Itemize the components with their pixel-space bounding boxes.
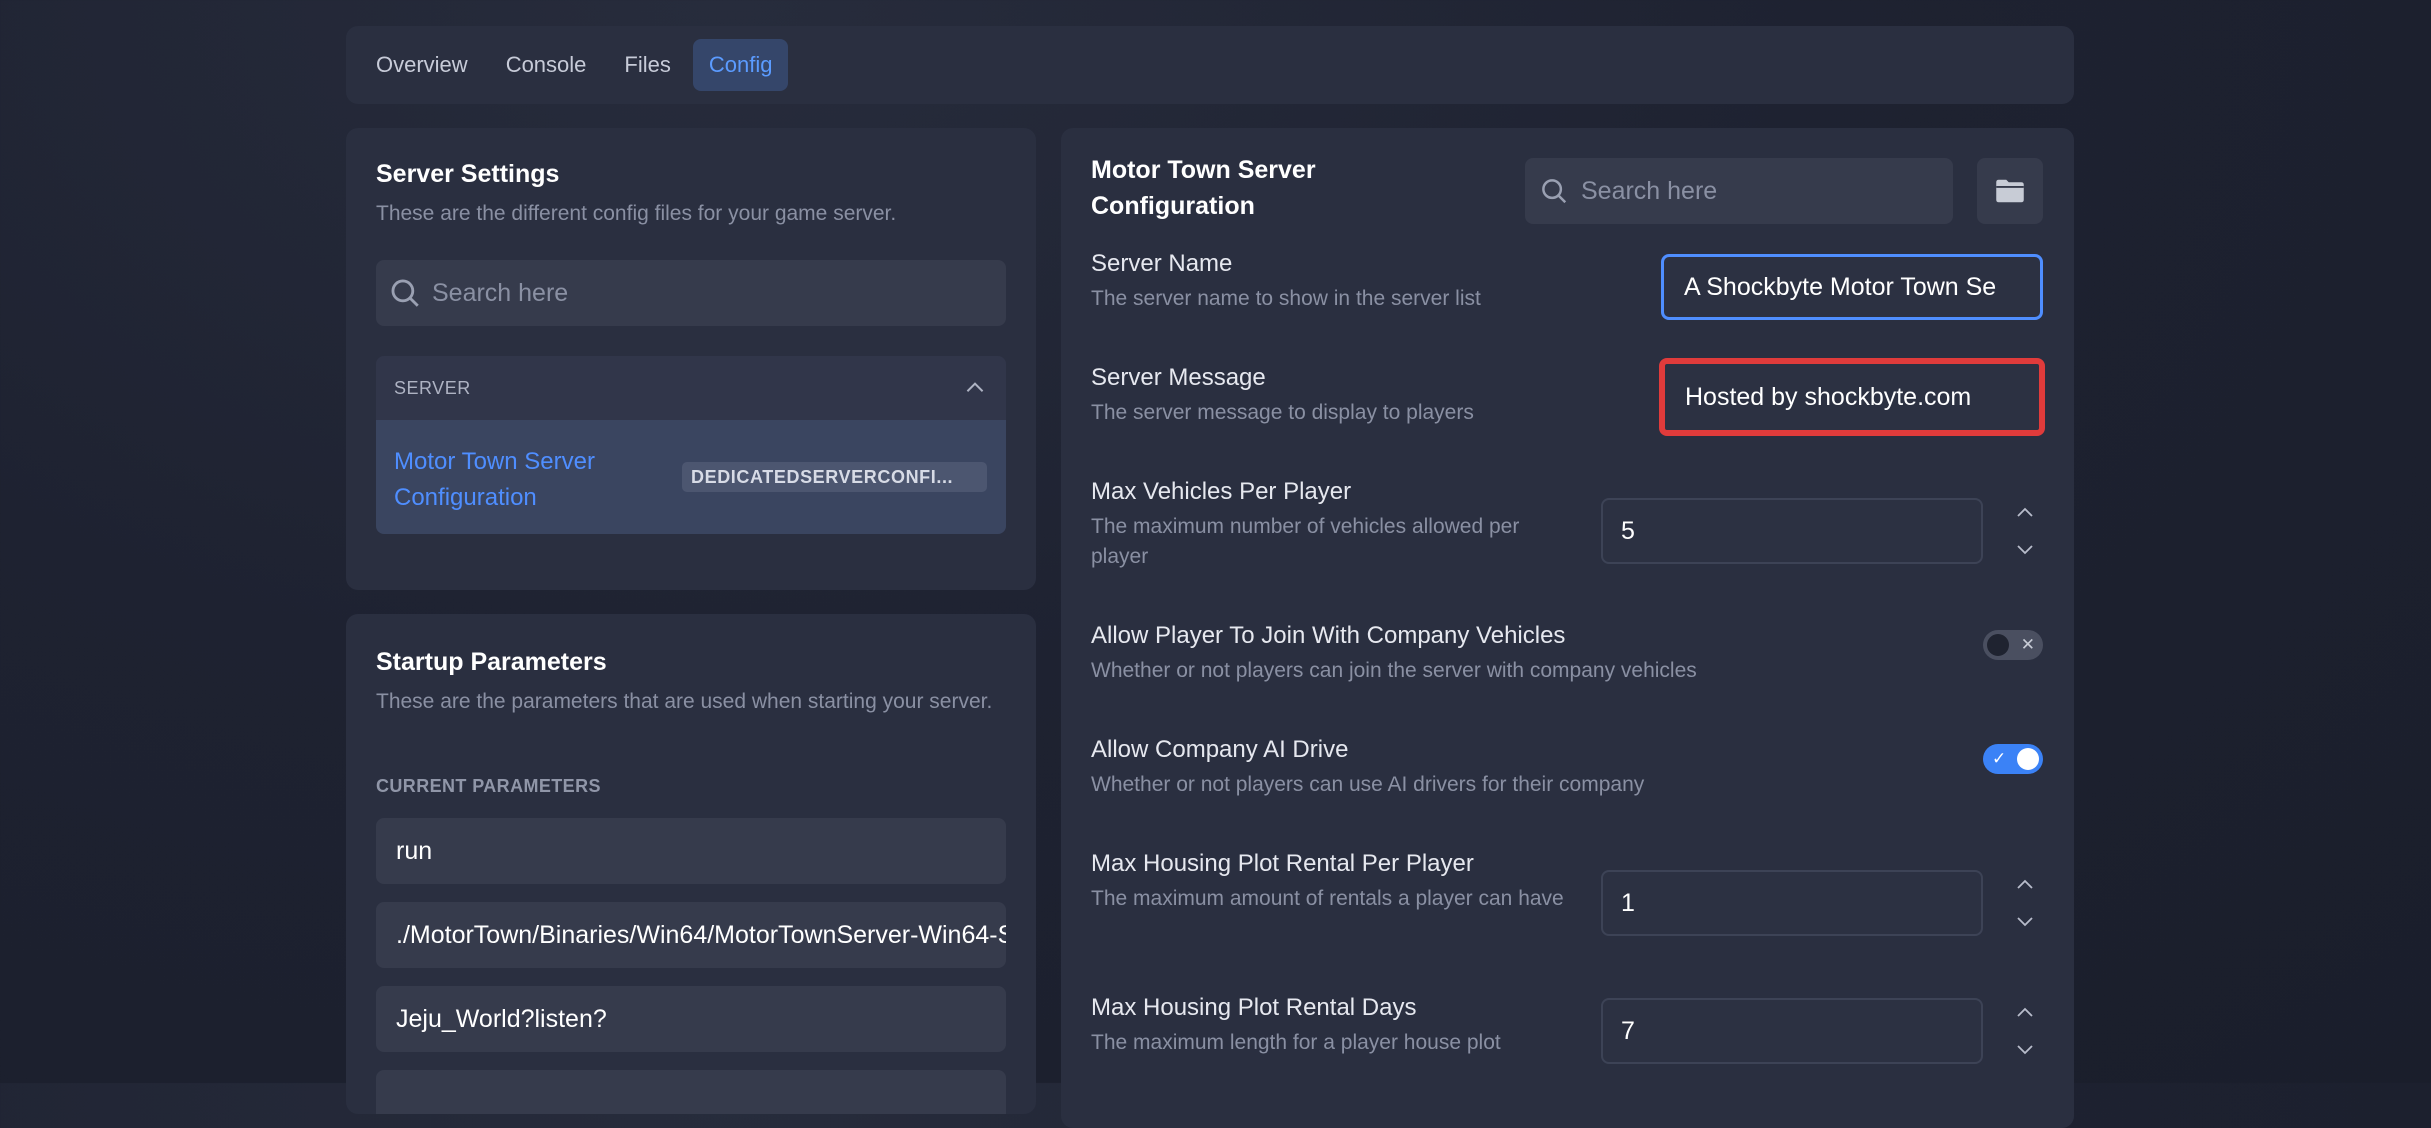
chevron-down-icon	[2017, 1045, 2033, 1055]
chevron-up-icon[interactable]	[962, 375, 988, 401]
company-vehicles-label: Allow Player To Join With Company Vehicl…	[1091, 622, 1566, 649]
search-placeholder: Search here	[432, 278, 569, 307]
decrement-button[interactable]	[2007, 1034, 2043, 1064]
chevron-down-icon	[2017, 917, 2033, 927]
company-vehicles-desc: Whether or not players can join the serv…	[1091, 659, 1697, 682]
config-editor-card: Motor Town Server Configuration Search h…	[1061, 128, 2074, 1128]
housing-rental-desc: The maximum amount of rentals a player c…	[1091, 887, 1564, 910]
housing-rental-input[interactable]: 1	[1601, 870, 1983, 936]
parameter-field[interactable]: ./MotorTown/Binaries/Win64/MotorTownServ…	[376, 902, 1006, 968]
decrement-button[interactable]	[2007, 906, 2043, 936]
company-ai-toggle[interactable]: ✓	[1983, 744, 2043, 774]
server-message-label: Server Message	[1091, 364, 1266, 391]
config-file-item[interactable]: Motor Town Server Configuration DEDICATE…	[376, 420, 1006, 534]
chevron-up-icon	[2017, 1007, 2033, 1017]
max-vehicles-input[interactable]: 5	[1601, 498, 1983, 564]
server-name-desc: The server name to show in the server li…	[1091, 287, 1481, 310]
server-settings-card: Server Settings These are the different …	[346, 128, 1036, 590]
server-settings-subtitle: These are the different config files for…	[376, 202, 897, 225]
max-vehicles-label: Max Vehicles Per Player	[1091, 478, 1352, 505]
company-vehicles-toggle[interactable]: ✕	[1983, 630, 2043, 660]
startup-title: Startup Parameters	[376, 648, 607, 676]
tab-bar: Overview Console Files Config	[346, 26, 2074, 104]
chevron-up-icon	[2017, 879, 2033, 889]
increment-button[interactable]	[2007, 870, 2043, 900]
folder-button[interactable]	[1977, 158, 2043, 224]
config-file-name[interactable]: Motor Town Server Configuration	[394, 444, 654, 516]
server-name-input[interactable]: A Shockbyte Motor Town Se	[1661, 254, 2043, 320]
server-group-label: SERVER	[394, 377, 471, 398]
startup-parameters-card: Startup Parameters These are the paramet…	[346, 614, 1036, 1114]
increment-button[interactable]	[2007, 998, 2043, 1028]
housing-days-label: Max Housing Plot Rental Days	[1091, 994, 1417, 1021]
housing-days-input[interactable]: 7	[1601, 998, 1983, 1064]
chevron-down-icon	[2017, 545, 2033, 555]
current-parameters-label: CURRENT PARAMETERS	[376, 776, 601, 796]
server-settings-title: Server Settings	[376, 160, 560, 188]
close-icon: ✕	[2020, 635, 2035, 654]
startup-subtitle: These are the parameters that are used w…	[376, 690, 993, 713]
tab-console[interactable]: Console	[490, 39, 603, 91]
tab-config[interactable]: Config	[692, 39, 789, 91]
server-name-label: Server Name	[1091, 250, 1233, 277]
config-file-badge: DEDICATEDSERVERCONFI...	[682, 462, 987, 492]
folder-icon	[1995, 178, 2025, 204]
toggle-knob	[2017, 748, 2039, 770]
decrement-button[interactable]	[2007, 534, 2043, 564]
toggle-knob	[1987, 634, 2009, 656]
tab-overview[interactable]: Overview	[360, 39, 484, 91]
check-icon: ✓	[1992, 749, 2007, 768]
search-placeholder: Search here	[1581, 176, 1718, 205]
server-message-input[interactable]: Hosted by shockbyte.com	[1659, 358, 2045, 436]
parameter-field[interactable]: run	[376, 818, 1006, 884]
parameter-field[interactable]	[376, 1070, 1006, 1114]
max-vehicles-desc: The maximum number of vehicles allowed p…	[1091, 515, 1520, 568]
tab-files[interactable]: Files	[608, 39, 686, 91]
config-files-search-input[interactable]: Search here	[376, 260, 1006, 326]
server-group-header[interactable]: SERVER	[376, 356, 1006, 420]
chevron-up-icon	[2017, 507, 2033, 517]
search-icon	[1539, 176, 1569, 206]
config-title: Motor Town Server Configuration	[1091, 156, 1316, 220]
company-ai-desc: Whether or not players can use AI driver…	[1091, 773, 1645, 796]
company-ai-label: Allow Company AI Drive	[1091, 736, 1349, 763]
increment-button[interactable]	[2007, 498, 2043, 528]
parameter-field[interactable]: Jeju_World?listen?	[376, 986, 1006, 1052]
config-search-input[interactable]: Search here	[1525, 158, 1953, 224]
housing-days-desc: The maximum length for a player house pl…	[1091, 1031, 1501, 1054]
housing-rental-label: Max Housing Plot Rental Per Player	[1091, 850, 1474, 877]
search-icon	[388, 276, 422, 310]
server-message-desc: The server message to display to players	[1091, 401, 1474, 424]
